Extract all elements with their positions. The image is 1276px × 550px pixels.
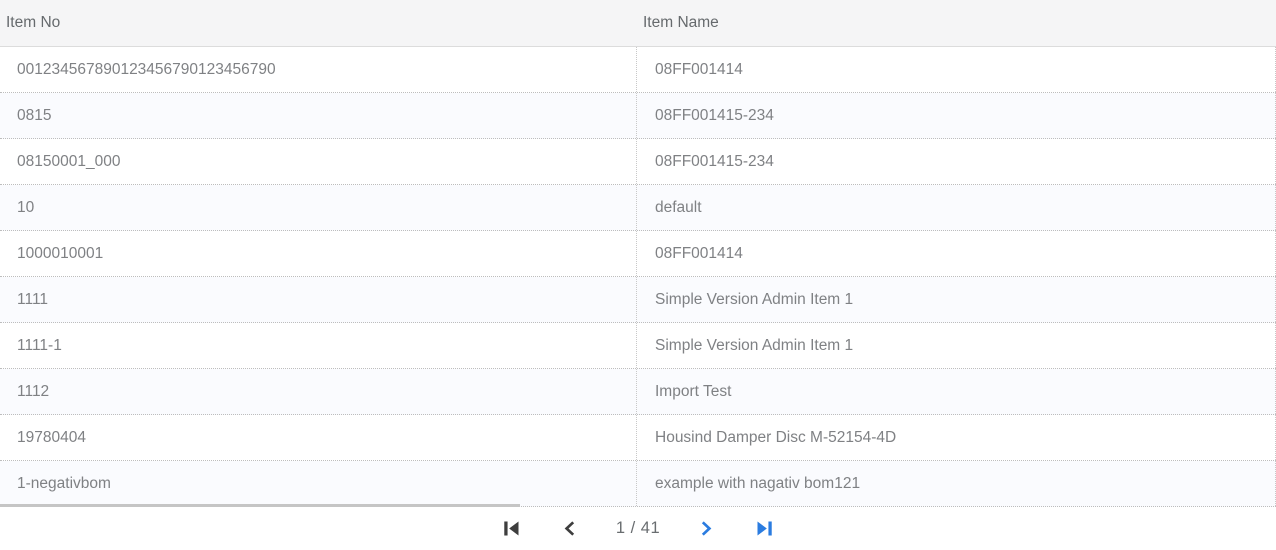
item-name-cell[interactable]: Import Test bbox=[636, 369, 1276, 414]
item-no-cell[interactable]: 08150001_000 bbox=[0, 139, 636, 184]
item-name-cell[interactable]: 08FF001414 bbox=[636, 47, 1276, 92]
column-header-item-no[interactable]: Item No bbox=[0, 14, 636, 32]
item-name-cell[interactable]: Simple Version Admin Item 1 bbox=[636, 323, 1276, 368]
item-no-cell[interactable]: 001234567890123456790123456790 bbox=[0, 47, 636, 92]
table-row[interactable]: 1000010001 08FF001414 bbox=[0, 231, 1276, 277]
item-no-cell[interactable]: 1000010001 bbox=[0, 231, 636, 276]
item-name-cell[interactable]: default bbox=[636, 185, 1276, 230]
table-row[interactable]: 08150001_000 08FF001415-234 bbox=[0, 139, 1276, 185]
table-row[interactable]: 0815 08FF001415-234 bbox=[0, 93, 1276, 139]
item-no-cell[interactable]: 10 bbox=[0, 185, 636, 230]
item-name-cell[interactable]: Housind Damper Disc M-52154-4D bbox=[636, 415, 1276, 460]
next-page-button[interactable] bbox=[694, 518, 718, 539]
item-no-cell[interactable]: 19780404 bbox=[0, 415, 636, 460]
column-header-item-name[interactable]: Item Name bbox=[636, 14, 1276, 32]
table-row[interactable]: 1111-1 Simple Version Admin Item 1 bbox=[0, 323, 1276, 369]
pagination-bar: 1 / 41 bbox=[0, 507, 1276, 550]
item-name-cell[interactable]: 08FF001414 bbox=[636, 231, 1276, 276]
table-row[interactable]: 19780404 Housind Damper Disc M-52154-4D bbox=[0, 415, 1276, 461]
item-name-cell[interactable]: 08FF001415-234 bbox=[636, 93, 1276, 138]
item-name-cell[interactable]: 08FF001415-234 bbox=[636, 139, 1276, 184]
first-page-button[interactable] bbox=[499, 518, 524, 539]
table-row[interactable]: 10 default bbox=[0, 185, 1276, 231]
page-indicator: 1 / 41 bbox=[616, 519, 660, 538]
item-no-cell[interactable]: 1112 bbox=[0, 369, 636, 414]
previous-page-button[interactable] bbox=[558, 518, 582, 539]
item-name-cell[interactable]: example with nagativ bom121 bbox=[636, 461, 1276, 506]
next-page-icon bbox=[698, 520, 714, 537]
first-page-icon bbox=[503, 520, 520, 537]
item-no-cell[interactable]: 1111-1 bbox=[0, 323, 636, 368]
table-header-row: Item No Item Name bbox=[0, 0, 1276, 47]
item-no-cell[interactable]: 0815 bbox=[0, 93, 636, 138]
item-name-cell[interactable]: Simple Version Admin Item 1 bbox=[636, 277, 1276, 322]
table-body: 001234567890123456790123456790 08FF00141… bbox=[0, 47, 1276, 507]
table-row[interactable]: 1-negativbom example with nagativ bom121 bbox=[0, 461, 1276, 507]
table-row[interactable]: 1112 Import Test bbox=[0, 369, 1276, 415]
horizontal-scrollbar-thumb[interactable] bbox=[0, 504, 520, 507]
items-table: Item No Item Name 0012345678901234567901… bbox=[0, 0, 1276, 550]
table-row[interactable]: 1111 Simple Version Admin Item 1 bbox=[0, 277, 1276, 323]
last-page-button[interactable] bbox=[752, 518, 777, 539]
item-no-cell[interactable]: 1-negativbom bbox=[0, 461, 636, 506]
item-no-cell[interactable]: 1111 bbox=[0, 277, 636, 322]
last-page-icon bbox=[756, 520, 773, 537]
table-row[interactable]: 001234567890123456790123456790 08FF00141… bbox=[0, 47, 1276, 93]
previous-page-icon bbox=[562, 520, 578, 537]
